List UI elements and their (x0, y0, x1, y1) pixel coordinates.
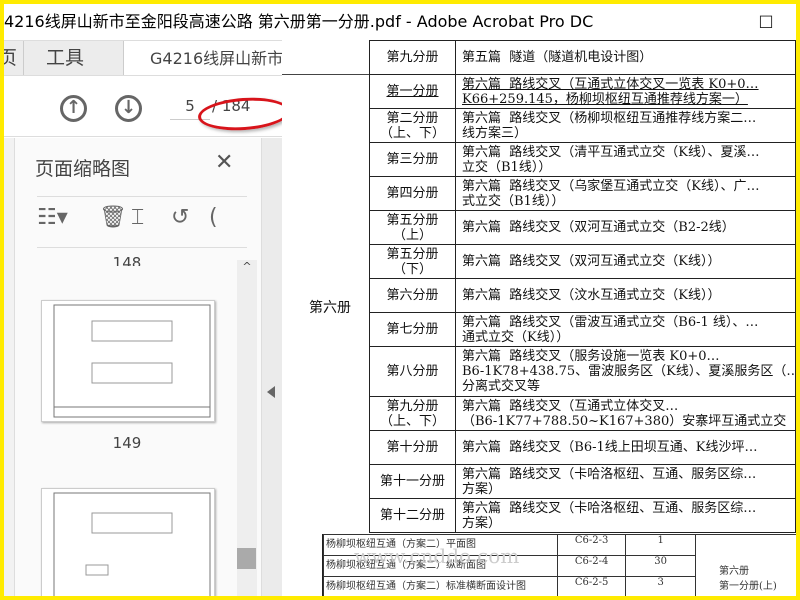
code-cell: C6-2-5 (556, 576, 627, 596)
content-cell: 第六篇 路线交叉（双河互通式立交（K线）） (455, 244, 796, 279)
table-row: 第六分册 第六篇 路线交叉（汶水互通式立交（K线）） (369, 278, 796, 313)
close-icon[interactable]: ✕ (215, 150, 233, 175)
thumbnail-list: 148 149 (15, 248, 235, 596)
part-cell: 第十一分册 (369, 464, 456, 499)
part-cell: 第十分册 (369, 430, 456, 465)
code-cell: C6-2-3 (556, 534, 627, 556)
document-view[interactable]: 第六册 第九分册 第五篇 隧道（隧道机电设计图） 第一分册 第六篇 路线交叉（互通式立… (282, 40, 796, 596)
thumbnail-label: 148 (112, 254, 142, 266)
part-cell: 第七分册 (369, 312, 456, 347)
collapse-pane-button[interactable] (262, 138, 282, 596)
content-cell: 第六篇 路线交叉（卡哈洛枢纽、互通、服务区综… 方案） (455, 498, 796, 533)
table-row: 第九分册 （上、下） 第六篇 路线交叉（互通式立体交叉… （B6-1K77+788… (369, 396, 796, 431)
drawing-preview (53, 304, 211, 418)
page-navigation-toolbar: ↑ ↓ 5 / 184 (4, 75, 300, 137)
thumbnail-label: 149 (112, 434, 142, 452)
contents-table: 第九分册 第五篇 隧道（隧道机电设计图） 第一分册 第六篇 路线交叉（互通式立体交叉一… (369, 40, 796, 533)
title-bar: 4216线屏山新市至金阳段高速公路 第六册第一分册.pdf - Adobe Ac… (4, 4, 796, 40)
watermark: www.cnddo.com (354, 544, 520, 568)
content-cell: 第六篇 路线交叉（杨柳坝枢纽互通推荐线方案二… 线方案三） (455, 108, 796, 143)
trash-icon[interactable]: 🗑 (99, 205, 127, 230)
part-cell: 第二分册 （上、下） (369, 108, 456, 143)
pages-cell: 30 (625, 555, 696, 577)
content-cell: 第六篇 路线交叉（乌家堡互通式立交（K线）、广… 式立交（B1线）） (455, 176, 796, 211)
part-cell: 第九分册 (369, 40, 456, 75)
panel-title: 页面缩略图 (35, 158, 131, 180)
part-cell: 第八分册 (369, 346, 456, 397)
collapse-left-icon[interactable] (267, 386, 275, 398)
content-cell: 第六篇 路线交叉（服务设施一览表 K0+0… B6-1K78+438.75、雷波… (455, 346, 796, 397)
part-cell: 第六分册 (369, 278, 456, 313)
insert-page-icon[interactable]: ⌶ (131, 205, 144, 230)
content-cell: 第六篇 路线交叉（清平互通式立交（K线）、夏溪… 立交（B1线）） (455, 142, 796, 177)
table-row: 第八分册 第六篇 路线交叉（服务设施一览表 K0+0… B6-1K78+438.7… (369, 346, 796, 397)
part-cell: 第十二分册 (369, 498, 456, 533)
volume-label: 第六册 (309, 300, 351, 316)
drawing-preview (53, 492, 211, 596)
part-cell: 第五分册 （上） (369, 210, 456, 245)
maximize-icon[interactable]: □ (746, 4, 786, 40)
thumbnail-panel: 页面缩略图 ✕ ☷▾ 🗑 ⌶ ↺ ( 148 149 ^ (14, 138, 262, 596)
thumbnail-page-150[interactable] (41, 488, 215, 596)
table-row: 第三分册 第六篇 路线交叉（清平互通式立交（K线）、夏溪… 立交（B1线）） (369, 142, 796, 177)
table-row: 第十分册 第六篇 路线交叉（B6-1线上田坝互通、K线沙坪… (369, 430, 796, 465)
content-cell: 第六篇 路线交叉（双河互通式立交（B2-2线） (455, 210, 796, 245)
window-title: 4216线屏山新市至金阳段高速公路 第六册第一分册.pdf - Adobe Ac… (4, 12, 594, 31)
content-cell: 第六篇 路线交叉（B6-1线上田坝互通、K线沙坪… (455, 430, 796, 465)
tab-document[interactable]: G4216线屏山新市至 (150, 41, 299, 76)
part-cell: 第四分册 (369, 176, 456, 211)
thumbnail-page-149[interactable] (41, 300, 215, 422)
scroll-up-icon[interactable]: ^ (237, 260, 257, 273)
name-cell: 杨柳坝枢纽互通（方案二）标准横断面设计图 (323, 576, 558, 596)
tab-tools[interactable]: 工具 (24, 41, 124, 76)
content-cell: 第六篇 路线交叉（互通式立体交叉一览表 K0+0… K66+259.145，杨柳… (455, 74, 796, 109)
part-cell: 第一分册 (369, 74, 456, 109)
scrollbar-thumb[interactable] (237, 548, 256, 569)
tab-home[interactable]: 页 (4, 41, 24, 76)
acrobat-window: 4216线屏山新市至金阳段高速公路 第六册第一分册.pdf - Adobe Ac… (4, 4, 796, 596)
part-cell: 第三分册 (369, 142, 456, 177)
content-cell: 第六篇 路线交叉（卡哈洛枢纽、互通、服务区综… 方案） (455, 464, 796, 499)
tab-bar: 页 工具 G4216线屏山新市至 (4, 40, 300, 76)
pages-cell: 1 (625, 534, 696, 556)
thumbnail-scrollbar[interactable]: ^ (237, 260, 257, 596)
content-cell: 第六篇 路线交叉（雷波互通式立交（B6-1 线）、… 通式立交（K线）） (455, 312, 796, 347)
rotate-ccw-icon[interactable]: ↺ (171, 205, 189, 230)
divider (282, 74, 372, 75)
next-page-icon[interactable]: ↓ (115, 95, 142, 122)
part-cell: 第五分册 （下） (369, 244, 456, 279)
table-row: 第二分册 （上、下） 第六篇 路线交叉（杨柳坝枢纽互通推荐线方案二… 线方案三） (369, 108, 796, 143)
table-row: 第九分册 第五篇 隧道（隧道机电设计图） (369, 40, 796, 75)
table-row: 第五分册 （上） 第六篇 路线交叉（双河互通式立交（B2-2线） (369, 210, 796, 245)
part-cell: 第九分册 （上、下） (369, 396, 456, 431)
table-row: 第七分册 第六篇 路线交叉（雷波互通式立交（B6-1 线）、… 通式立交（K线）） (369, 312, 796, 347)
content-cell: 第六篇 路线交叉（互通式立体交叉… （B6-1K77+788.50~K167+3… (455, 396, 796, 431)
thumbnail-tools: ☷▾ 🗑 ⌶ ↺ ( (37, 196, 247, 248)
table-row: 第五分册 （下） 第六篇 路线交叉（双河互通式立交（K线）） (369, 244, 796, 279)
content-cell: 第五篇 隧道（隧道机电设计图） (455, 40, 796, 75)
code-cell: C6-2-4 (556, 555, 627, 577)
table-row: 第一分册 第六篇 路线交叉（互通式立体交叉一览表 K0+0… K66+259.14… (369, 74, 796, 109)
rotate-cw-icon[interactable]: ( (209, 205, 218, 230)
table-row: 第四分册 第六篇 路线交叉（乌家堡互通式立交（K线）、广… 式立交（B1线）） (369, 176, 796, 211)
table-row: 第十一分册 第六篇 路线交叉（卡哈洛枢纽、互通、服务区综… 方案） (369, 464, 796, 499)
volume-cell (694, 534, 796, 556)
pages-cell: 3 (625, 576, 696, 596)
options-menu-icon[interactable]: ☷▾ (37, 205, 68, 230)
previous-page-icon[interactable]: ↑ (60, 95, 87, 122)
sub-volume-label: 第六册 第一分册(上) (719, 566, 777, 592)
content-cell: 第六篇 路线交叉（汶水互通式立交（K线）） (455, 278, 796, 313)
table-row: 第十二分册 第六篇 路线交叉（卡哈洛枢纽、互通、服务区综… 方案） (369, 498, 796, 533)
